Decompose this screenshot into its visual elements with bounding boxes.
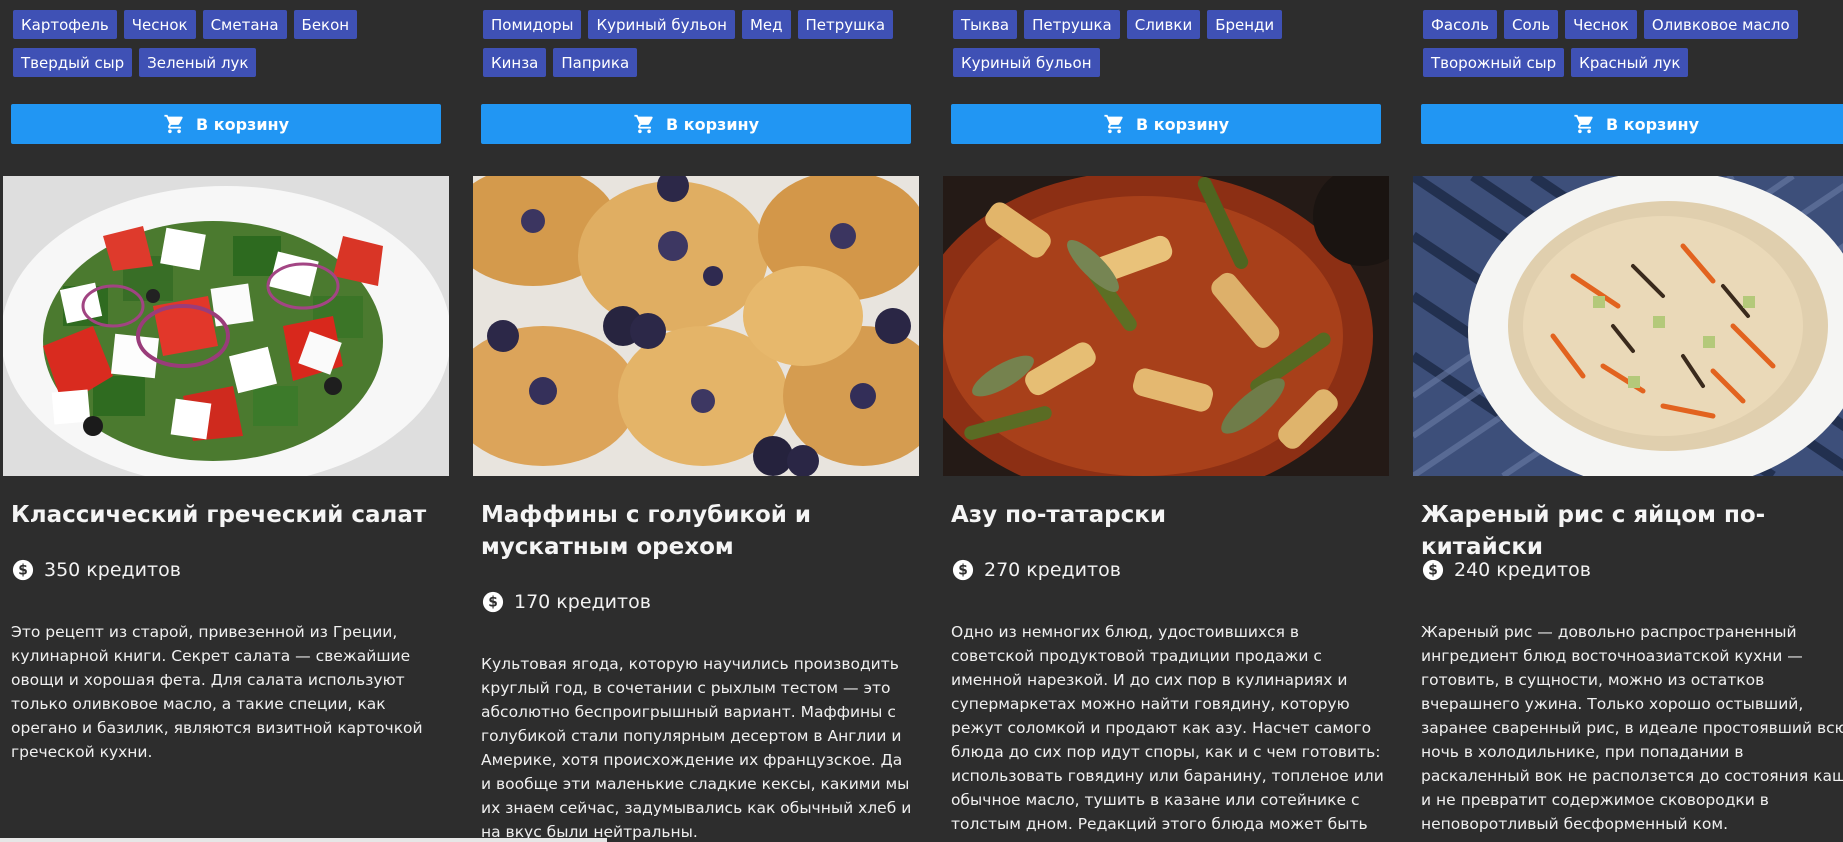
shopping-cart-icon xyxy=(1104,114,1123,134)
shopping-cart-icon xyxy=(634,114,653,134)
recipe-image[interactable] xyxy=(3,176,449,476)
svg-text:$: $ xyxy=(488,595,498,611)
recipe-image[interactable] xyxy=(473,176,919,476)
ingredient-tag: Творожный сыр xyxy=(1423,48,1565,77)
ingredient-tag: Чеснок xyxy=(123,10,196,39)
recipe-card: Фасоль Соль Чеснок Оливковое масло Творо… xyxy=(1410,0,1843,842)
ingredient-tag: Кинза xyxy=(483,48,547,77)
recipe-image[interactable] xyxy=(1413,176,1843,476)
recipe-description: Культовая ягода, которую научились произ… xyxy=(481,655,912,841)
recipe-description: Жареный рис — довольно распространенный … xyxy=(1421,623,1843,833)
recipe-card: Тыква Петрушка Сливки Бренди Куриный бул… xyxy=(940,0,1389,842)
recipe-title[interactable]: Жареный рис с яйцом по-китайски xyxy=(1421,499,1843,563)
recipe-price: $ 350 кредитов xyxy=(12,558,181,582)
recipe-price: $ 240 кредитов xyxy=(1422,558,1591,582)
dollar-circle-icon: $ xyxy=(12,559,34,581)
recipe-title[interactable]: Маффины с голубикой и мускатным орехом xyxy=(481,499,919,563)
svg-text:$: $ xyxy=(958,563,968,579)
add-to-cart-label: В корзину xyxy=(195,114,290,134)
ingredient-tag: Зеленый лук xyxy=(139,48,257,77)
ingredient-tags: Фасоль Соль Чеснок Оливковое масло Творо… xyxy=(1423,10,1843,77)
ingredient-tag: Бекон xyxy=(293,10,358,39)
recipe-image[interactable] xyxy=(943,176,1389,476)
recipe-description: Это рецепт из старой, привезенной из Гре… xyxy=(11,623,423,761)
ingredient-tag: Куриный бульон xyxy=(588,10,735,39)
ingredient-tags: Картофель Чеснок Сметана Бекон Твердый с… xyxy=(13,10,449,77)
dollar-circle-icon: $ xyxy=(1422,559,1444,581)
recipe-grid: Картофель Чеснок Сметана Бекон Твердый с… xyxy=(0,0,1843,842)
recipe-card: Помидоры Куриный бульон Мед Петрушка Кин… xyxy=(470,0,919,842)
price-value: 170 кредитов xyxy=(514,591,651,613)
ingredient-tag: Картофель xyxy=(13,10,117,39)
add-to-cart-button[interactable]: В корзину xyxy=(481,104,911,144)
recipe-title[interactable]: Классический греческий салат xyxy=(11,499,449,531)
blueberry-muffins-image xyxy=(473,176,919,476)
ingredient-tag: Сливки xyxy=(1126,10,1201,39)
recipe-price: $ 270 кредитов xyxy=(952,558,1121,582)
add-to-cart-button[interactable]: В корзину xyxy=(11,104,441,144)
ingredient-tags: Помидоры Куриный бульон Мед Петрушка Кин… xyxy=(483,10,919,77)
ingredient-tag: Бренди xyxy=(1207,10,1283,39)
ingredient-tag: Куриный бульон xyxy=(953,48,1100,77)
add-to-cart-label: В корзину xyxy=(665,114,760,134)
fried-rice-image xyxy=(1413,176,1843,476)
ingredient-tag: Петрушка xyxy=(1024,10,1120,39)
ingredient-tag: Помидоры xyxy=(483,10,582,39)
dollar-circle-icon: $ xyxy=(952,559,974,581)
azu-stew-image xyxy=(943,176,1389,476)
ingredient-tag: Твердый сыр xyxy=(13,48,133,77)
price-value: 240 кредитов xyxy=(1454,559,1591,581)
greek-salad-image xyxy=(3,176,449,476)
ingredient-tag: Оливковое масло xyxy=(1643,10,1798,39)
add-to-cart-label: В корзину xyxy=(1135,114,1230,134)
price-value: 270 кредитов xyxy=(984,559,1121,581)
ingredient-tag: Тыква xyxy=(953,10,1018,39)
add-to-cart-label: В корзину xyxy=(1605,114,1700,134)
horizontal-scrollbar[interactable] xyxy=(0,838,607,842)
ingredient-tag: Паприка xyxy=(553,48,638,77)
ingredient-tag: Красный лук xyxy=(1571,48,1689,77)
add-to-cart-button[interactable]: В корзину xyxy=(1421,104,1843,144)
ingredient-tag: Соль xyxy=(1503,10,1559,39)
svg-text:$: $ xyxy=(18,563,28,579)
recipe-price: $ 170 кредитов xyxy=(482,590,651,614)
ingredient-tag: Сметана xyxy=(202,10,287,39)
price-value: 350 кредитов xyxy=(44,559,181,581)
svg-text:$: $ xyxy=(1428,563,1438,579)
shopping-cart-icon xyxy=(1574,114,1593,134)
recipe-title[interactable]: Азу по-татарски xyxy=(951,499,1389,531)
ingredient-tag: Петрушка xyxy=(797,10,894,39)
add-to-cart-button[interactable]: В корзину xyxy=(951,104,1381,144)
ingredient-tags: Тыква Петрушка Сливки Бренди Куриный бул… xyxy=(953,10,1389,77)
recipe-card: Картофель Чеснок Сметана Бекон Твердый с… xyxy=(0,0,449,842)
ingredient-tag: Чеснок xyxy=(1565,10,1637,39)
dollar-circle-icon: $ xyxy=(482,591,504,613)
shopping-cart-icon xyxy=(164,114,183,134)
ingredient-tag: Мед xyxy=(741,10,791,39)
ingredient-tag: Фасоль xyxy=(1423,10,1497,39)
recipe-description: Одно из немногих блюд, удостоившихся в с… xyxy=(951,623,1384,842)
